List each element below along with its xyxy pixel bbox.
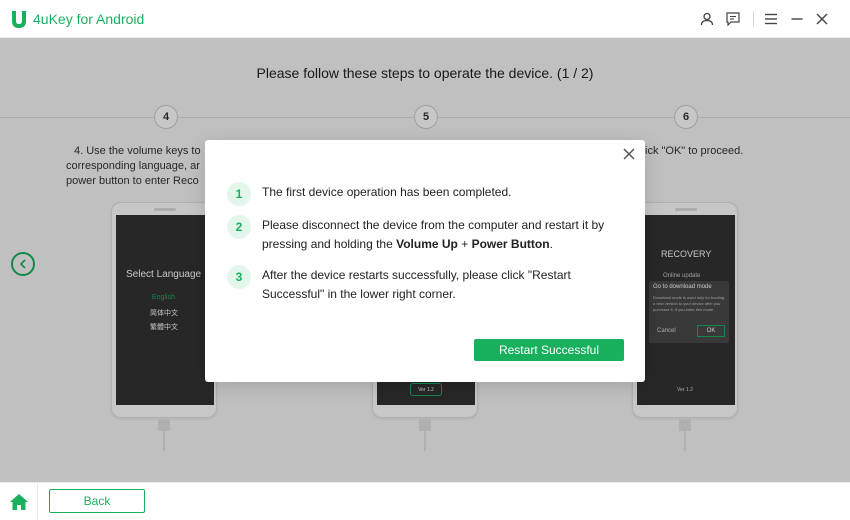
modal-step-1-number: 1 (227, 182, 251, 206)
app-logo-icon (12, 11, 26, 28)
app-title: 4uKey for Android (33, 11, 145, 27)
modal-step-2-number: 2 (227, 215, 251, 239)
modal-step-3-number: 3 (227, 265, 251, 289)
feedback-icon[interactable] (724, 10, 742, 28)
menu-icon[interactable] (762, 10, 780, 28)
power-button-label: Power Button (471, 237, 550, 251)
modal-step-1-text: The first device operation has been comp… (262, 185, 512, 199)
instruction-modal: 1 The first device operation has been co… (205, 140, 645, 382)
close-icon[interactable] (813, 10, 831, 28)
bottom-separator (37, 483, 38, 520)
restart-successful-button[interactable]: Restart Successful (474, 339, 624, 361)
home-icon[interactable] (9, 493, 29, 511)
user-icon[interactable] (698, 10, 716, 28)
title-bar: 4uKey for Android (0, 0, 850, 38)
volume-up-label: Volume Up (396, 237, 458, 251)
modal-step-2-text: Please disconnect the device from the co… (262, 218, 605, 251)
minimize-icon[interactable] (788, 10, 806, 28)
back-button[interactable]: Back (49, 489, 145, 513)
bottom-bar: Back (0, 482, 850, 520)
modal-step-3-text: After the device restarts successfully, … (262, 268, 571, 301)
titlebar-separator (753, 11, 754, 27)
modal-close-icon[interactable] (621, 146, 637, 162)
